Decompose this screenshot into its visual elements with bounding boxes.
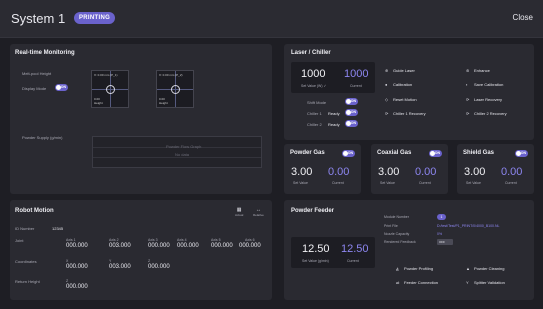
- chiller1-toggle[interactable]: ON: [345, 109, 358, 116]
- print-file-value: D:/test/Test/P1_PRINT/0/4000_B100.NL: [437, 224, 500, 228]
- chiller2-recovery-button[interactable]: ⟳ Chiller 2 Recovery: [466, 111, 507, 116]
- chiller2-recovery-icon: ⟳: [466, 111, 470, 116]
- camera-view-1: X: 0.00 mm (P_1) 0.00 Height: [91, 70, 129, 108]
- shield-gas-toggle[interactable]: ON: [515, 150, 528, 157]
- close-button[interactable]: Close: [513, 13, 533, 22]
- laser-recovery-icon: ⟳: [466, 97, 470, 102]
- coaxial-gas-toggle[interactable]: ON: [429, 150, 442, 157]
- display-mode-toggle[interactable]: ON: [55, 84, 68, 91]
- display-mode-label: Display Mode: [22, 86, 47, 91]
- splitter-validation-button[interactable]: Y Splitter Validation: [466, 280, 505, 285]
- chiller1-label: Chiller 1: [307, 111, 322, 116]
- powder-feeder-panel: Powder Feeder Module Number 1 Print File…: [284, 200, 534, 300]
- chiller1-recovery-icon: ⟳: [385, 111, 389, 116]
- axis-4-value: 000.000: [177, 243, 199, 249]
- powder-cleaning-button[interactable]: ▲ Powder Cleaning: [466, 266, 504, 271]
- feeder-current: 12.50: [341, 243, 369, 255]
- joint-label: Joint: [15, 238, 24, 243]
- chiller2-state: Ready: [328, 122, 340, 127]
- axis-6-value: 000.000: [239, 243, 261, 249]
- panel-title: Powder Feeder: [291, 208, 335, 214]
- axis-5-value: 000.000: [211, 243, 233, 249]
- panel-title: Laser / Chiller: [291, 50, 331, 56]
- feeder-setpoint: 12.50: [302, 243, 330, 255]
- return-height-value: 000.000: [66, 284, 88, 290]
- top-bar: System 1 PRINTING Close: [0, 0, 543, 38]
- coaxial-gas-set: 3.00: [378, 166, 400, 178]
- axis-3-value: 000.000: [148, 243, 170, 249]
- powder-graph-sub: No data: [175, 152, 190, 157]
- powder-gas-set: 3.00: [291, 166, 313, 178]
- chiller2-label: Chiller 2: [307, 122, 322, 127]
- coord-y-value: 003.000: [109, 264, 131, 270]
- laser-recovery-button[interactable]: ⟳ Laser Recovery: [466, 97, 502, 102]
- system-title: System 1: [11, 11, 66, 26]
- calibration-icon: ●: [385, 82, 388, 87]
- save-icon: ▪: [466, 82, 468, 87]
- guide-laser-icon: ⊕: [385, 68, 389, 73]
- shield-gas-set: 3.00: [464, 166, 486, 178]
- status-badge: PRINTING: [74, 12, 116, 24]
- id-number-value: 12345: [52, 226, 64, 231]
- feeder-connection-icon: ⇌: [396, 280, 400, 285]
- coordinates-label: Coordinates: [15, 259, 37, 264]
- save-calibration-button[interactable]: ▪ Save Calibration: [466, 82, 503, 87]
- shield-gas-panel: Shield Gas ON 3.00 0.00 Set Value Curren…: [457, 144, 534, 194]
- laser-chiller-panel: Laser / Chiller 1000 1000 Set Value (W) …: [284, 44, 534, 140]
- powder-profiling-icon: ◭: [396, 266, 400, 271]
- coord-x-value: 000.000: [66, 264, 88, 270]
- coaxial-gas-current: 0.00: [415, 166, 437, 178]
- panel-title: Powder Gas: [290, 150, 325, 156]
- laser-setpoint: 1000: [301, 68, 326, 80]
- setpoint-label: Set Value (W) ✓: [301, 84, 327, 88]
- reset-icon: ◇: [385, 97, 389, 102]
- powder-graph-note: Powder Flow Graph: [166, 144, 202, 149]
- robot-motion-panel: Robot Motion ▦ Actual ↔ Relative ID Numb…: [10, 200, 272, 300]
- panel-title: Coaxial Gas: [377, 150, 412, 156]
- reset-motion-button[interactable]: ◇ Reset Motion: [385, 97, 417, 102]
- shield-gas-current: 0.00: [501, 166, 523, 178]
- relative-mode-button[interactable]: ↔ Relative: [253, 207, 264, 217]
- shift-mode-toggle[interactable]: ON: [345, 98, 358, 105]
- laser-current: 1000: [344, 68, 369, 80]
- id-number-label: ID Number: [15, 226, 35, 231]
- return-height-label: Return Height: [15, 279, 40, 284]
- axis-1-value: 000.000: [66, 243, 88, 249]
- chiller2-toggle[interactable]: ON: [345, 120, 358, 127]
- guide-laser-button[interactable]: ⊕ Guide Laser: [385, 68, 415, 73]
- powder-supply-graph: Powder Flow Graph No data: [92, 136, 262, 168]
- enhance-button[interactable]: ⊛ Enhance: [466, 68, 490, 73]
- powder-gas-toggle[interactable]: ON: [342, 150, 355, 157]
- panel-title: Shield Gas: [463, 150, 495, 156]
- axis-2-value: 003.000: [109, 243, 131, 249]
- powder-gas-current: 0.00: [328, 166, 350, 178]
- coord-z-value: 000.000: [148, 264, 170, 270]
- actual-mode-button[interactable]: ▦ Actual: [235, 207, 243, 217]
- calibration-button[interactable]: ● Calibration: [385, 82, 412, 87]
- crosshair-icon: [106, 85, 115, 94]
- coaxial-gas-panel: Coaxial Gas ON 3.00 0.00 Set Value Curre…: [371, 144, 448, 194]
- crosshair-icon: [171, 85, 180, 94]
- laser-power-display: 1000 1000 Set Value (W) ✓ Current: [291, 62, 375, 93]
- nozzle-capacity-value: 0%: [437, 232, 443, 236]
- shift-mode-label: Shift Mode: [307, 100, 327, 105]
- splitter-validation-icon: Y: [466, 280, 469, 285]
- enhance-icon: ⊛: [466, 68, 470, 73]
- panel-title: Real-time Monitoring: [15, 50, 75, 56]
- chiller1-state: Ready: [328, 111, 340, 116]
- camera-view-2: X: 0.00 mm (P_2) 0.00 Height: [156, 70, 194, 108]
- module-number-badge: 1: [437, 214, 446, 220]
- panel-title: Robot Motion: [15, 208, 54, 214]
- realtime-monitoring-panel: Real-time Monitoring Melt-pool Height Di…: [10, 44, 272, 194]
- chiller1-recovery-button[interactable]: ⟳ Chiller 1 Recovery: [385, 111, 426, 116]
- feedback-select[interactable]: OFF: [437, 239, 453, 245]
- powder-gas-panel: Powder Gas ON 3.00 0.00 Set Value Curren…: [284, 144, 361, 194]
- melt-pool-label: Melt-pool Height: [22, 71, 52, 76]
- powder-profiling-button[interactable]: ◭ Powder Profiling: [396, 266, 433, 271]
- feeder-rate-display: 12.50 12.50 Set Value (g/min) Current: [291, 237, 375, 268]
- powder-cleaning-icon: ▲: [466, 266, 470, 271]
- feeder-connection-button[interactable]: ⇌ Feeder Connection: [396, 280, 438, 285]
- current-label: Current: [350, 84, 362, 88]
- powder-supply-label: Powder Supply (g/min): [22, 135, 63, 140]
